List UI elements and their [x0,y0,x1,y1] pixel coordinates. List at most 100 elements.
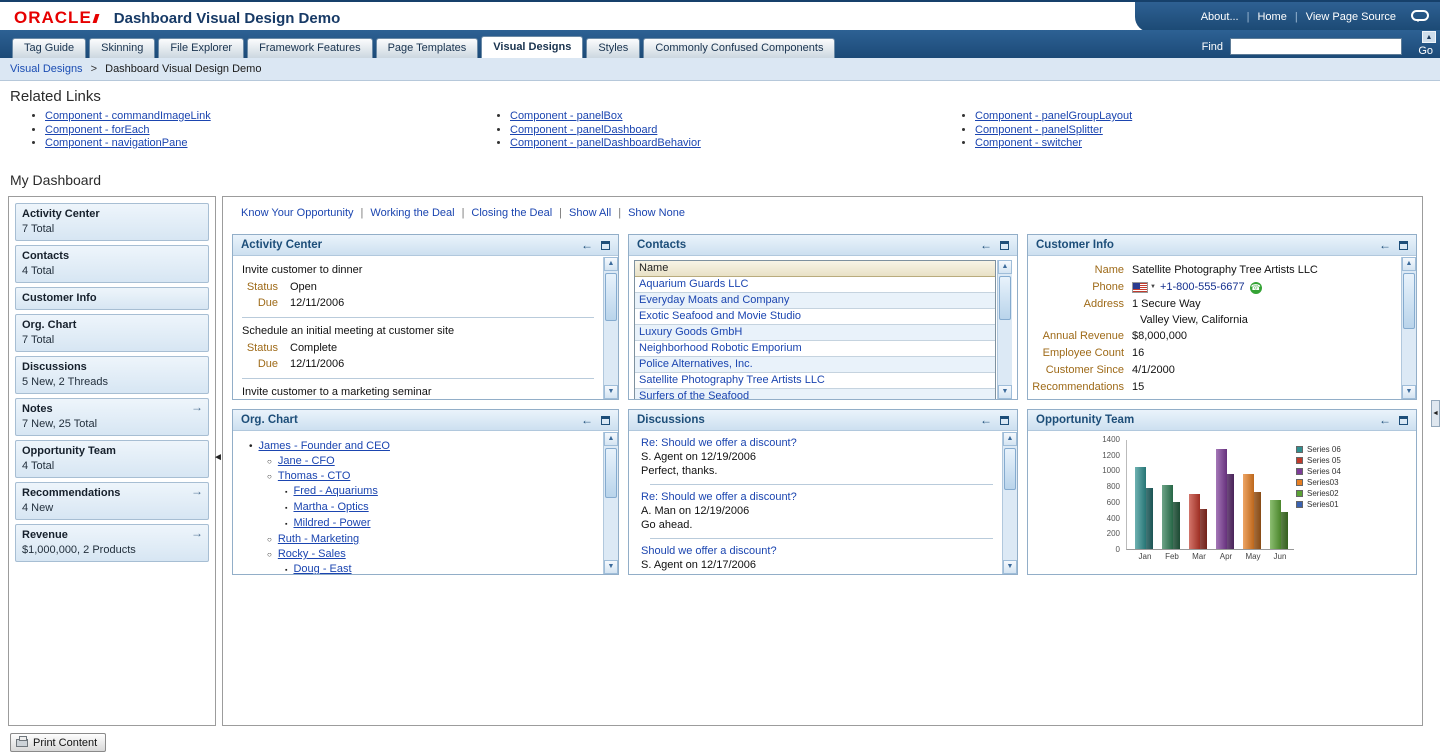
contact-link[interactable]: Everyday Moats and Company [639,294,789,306]
related-link[interactable]: Component - panelGroupLayout [975,110,1132,122]
detach-icon[interactable]: → [191,401,203,413]
scroll-up-arrow[interactable]: ▲ [998,260,1012,274]
discussion-link[interactable]: Re: Should we offer a discount? [641,491,797,503]
detach-icon[interactable]: → [191,485,203,497]
scroll-down-arrow[interactable]: ▼ [604,560,618,574]
tab-file-explorer[interactable]: File Explorer [158,38,245,58]
scroll-up-arrow[interactable]: ▲ [604,432,618,446]
panel-restore-icon[interactable] [1000,415,1009,425]
panel-back-icon[interactable]: ← [581,414,593,426]
scroll-up-arrow[interactable]: ▲ [604,257,618,271]
about-link[interactable]: About... [1201,11,1239,23]
org-link[interactable]: Thomas - CTO [278,470,351,482]
contact-link[interactable]: Surfers of the Seafood [639,390,749,399]
go-button[interactable]: Go [1418,45,1433,57]
scrollbar[interactable]: ▲ ▼ [1401,257,1416,399]
panel-back-icon[interactable]: ← [1379,414,1391,426]
scroll-down-arrow[interactable]: ▼ [604,385,618,399]
table-row[interactable]: Surfers of the Seafood [635,389,995,399]
related-link[interactable]: Component - navigationPane [45,137,187,149]
us-flag-icon[interactable] [1132,282,1148,293]
panel-restore-icon[interactable] [1399,415,1408,425]
discussion-link[interactable]: Should we offer a discount? [641,545,777,557]
table-row[interactable]: Police Alternatives, Inc. [635,357,995,373]
scrollbar[interactable]: ▲ ▼ [603,432,618,574]
panel-back-icon[interactable]: ← [1379,239,1391,251]
scrollbar-thumb[interactable] [1403,273,1415,329]
related-link[interactable]: Component - commandImageLink [45,110,211,122]
table-row[interactable]: Satellite Photography Tree Artists LLC [635,373,995,389]
related-link[interactable]: Component - panelDashboardBehavior [510,137,701,149]
scroll-down-arrow[interactable]: ▼ [1003,560,1017,574]
sidebar-item-contacts[interactable]: Contacts 4 Total [15,245,209,283]
org-link[interactable]: Mildred - Power [293,517,370,529]
tab-tag-guide[interactable]: Tag Guide [12,38,87,58]
table-row[interactable]: Exotic Seafood and Movie Studio [635,309,995,325]
scrollbar-thumb[interactable] [605,273,617,321]
tab-commonly-confused-components[interactable]: Commonly Confused Components [643,38,836,58]
contact-link[interactable]: Satellite Photography Tree Artists LLC [639,374,825,386]
tab-page-templates[interactable]: Page Templates [375,38,479,58]
call-icon[interactable]: ☎ [1249,281,1262,294]
right-splitter-collapse-icon[interactable]: ◄ [1431,400,1440,427]
detach-icon[interactable]: → [191,527,203,539]
home-link[interactable]: Home [1257,11,1286,23]
related-link[interactable]: Component - switcher [975,137,1082,149]
column-header-name[interactable]: Name [635,261,995,277]
org-link[interactable]: James - Founder and CEO [259,440,390,452]
scroll-down-arrow[interactable]: ▼ [998,385,1012,399]
panel-restore-icon[interactable] [601,415,610,425]
panel-restore-icon[interactable] [1399,240,1408,250]
sidebar-item-customer-info[interactable]: Customer Info [15,287,209,310]
tab-framework-features[interactable]: Framework Features [247,38,373,58]
scroll-up-icon[interactable]: ▲ [1422,31,1436,43]
toolbar-closing-the-deal[interactable]: Closing the Deal [471,207,552,219]
scroll-up-arrow[interactable]: ▲ [1003,432,1017,446]
table-row[interactable]: Aquarium Guards LLC [635,277,995,293]
toolbar-working-the-deal[interactable]: Working the Deal [370,207,454,219]
table-row[interactable]: Neighborhood Robotic Emporium [635,341,995,357]
feedback-bubble-icon[interactable] [1411,10,1429,22]
sidebar-item-activity-center[interactable]: Activity Center 7 Total [15,203,209,241]
scroll-down-arrow[interactable]: ▼ [1402,385,1416,399]
related-link[interactable]: Component - forEach [45,124,150,136]
scrollbar-thumb[interactable] [1004,448,1016,490]
toolbar-know-your-opportunity[interactable]: Know Your Opportunity [241,207,354,219]
panel-back-icon[interactable]: ← [980,239,992,251]
sidebar-item-notes[interactable]: → Notes 7 New, 25 Total [15,398,209,436]
contact-link[interactable]: Police Alternatives, Inc. [639,358,753,370]
tab-skinning[interactable]: Skinning [89,38,156,58]
org-link[interactable]: Martha - Optics [293,501,368,513]
org-link[interactable]: Ruth - Marketing [278,533,359,545]
panel-back-icon[interactable]: ← [581,239,593,251]
tab-visual-designs[interactable]: Visual Designs [481,36,584,58]
related-link[interactable]: Component - panelBox [510,110,623,122]
sidebar-item-revenue[interactable]: → Revenue $1,000,000, 2 Products [15,524,209,562]
org-link[interactable]: Fred - Aquariums [293,485,377,497]
view-page-source-link[interactable]: View Page Source [1306,11,1396,23]
toolbar-show-none[interactable]: Show None [628,207,685,219]
contact-link[interactable]: Luxury Goods GmbH [639,326,742,338]
table-row[interactable]: Everyday Moats and Company [635,293,995,309]
related-link[interactable]: Component - panelDashboard [510,124,657,136]
panel-restore-icon[interactable] [1000,240,1009,250]
toolbar-show-all[interactable]: Show All [569,207,611,219]
find-input[interactable] [1230,38,1402,55]
contact-link[interactable]: Neighborhood Robotic Emporium [639,342,802,354]
sidebar-item-org-chart[interactable]: Org. Chart 7 Total [15,314,209,352]
panel-restore-icon[interactable] [601,240,610,250]
org-link[interactable]: Jane - CFO [278,455,335,467]
scrollbar[interactable]: ▲ ▼ [1002,432,1017,574]
discussion-link[interactable]: Re: Should we offer a discount? [641,437,797,449]
print-content-button[interactable]: Print Content [10,733,107,752]
related-link[interactable]: Component - panelSplitter [975,124,1103,136]
org-link[interactable]: Rocky - Sales [278,548,346,560]
contact-link[interactable]: Aquarium Guards LLC [639,278,748,290]
sidebar-item-recommendations[interactable]: → Recommendations 4 New [15,482,209,520]
flag-dropdown-icon[interactable]: ▼ [1150,279,1156,296]
scrollbar[interactable]: ▲ ▼ [603,257,618,399]
table-row[interactable]: Luxury Goods GmbH [635,325,995,341]
scrollbar-thumb[interactable] [605,448,617,498]
breadcrumb-visual-designs[interactable]: Visual Designs [10,63,83,75]
contact-link[interactable]: Exotic Seafood and Movie Studio [639,310,801,322]
